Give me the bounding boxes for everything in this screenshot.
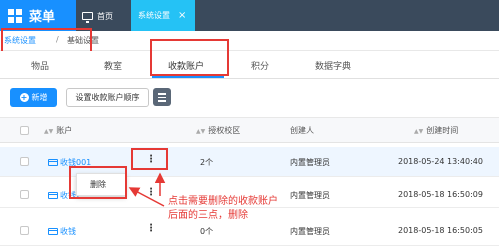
annotation-line-2: 后面的三点，删除 — [168, 210, 248, 221]
arrow-to-delete — [128, 187, 165, 207]
annotation-line-1: 点击需要删除的收款账户 — [168, 196, 278, 207]
annotation-text: 点击需要删除的收款账户 后面的三点，删除 — [168, 195, 278, 223]
